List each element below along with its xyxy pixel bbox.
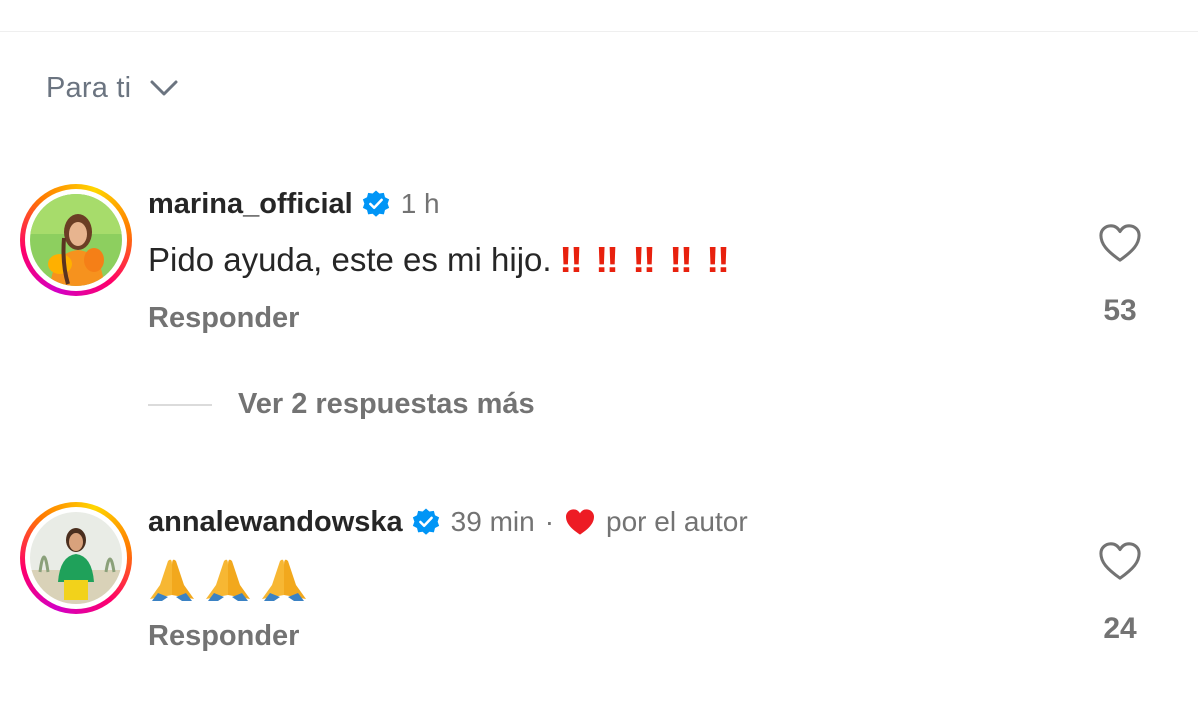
double-exclamation-icon: ‼ — [558, 239, 583, 280]
praying-hands-emojis — [148, 555, 316, 601]
view-more-replies-button[interactable]: Ver 2 respuestas más — [148, 388, 535, 421]
view-more-replies-label: Ver 2 respuestas más — [238, 388, 535, 420]
heart-outline-icon[interactable] — [1097, 222, 1143, 264]
double-exclamation-icon: ‼ — [705, 239, 730, 280]
top-divider — [0, 31, 1198, 32]
avatar-image — [30, 194, 122, 286]
praying-hands-icon — [206, 559, 250, 601]
meta-separator: · — [544, 506, 555, 537]
like-column: 24 — [1090, 540, 1150, 646]
verified-badge-icon — [412, 508, 439, 535]
verified-badge-icon — [362, 190, 389, 217]
double-exclamation-icon: ‼ — [595, 239, 619, 280]
username[interactable]: marina_official — [148, 188, 353, 221]
chevron-down-icon — [150, 80, 178, 96]
comment-time: 39 min — [450, 506, 535, 537]
reply-button[interactable]: Responder — [148, 620, 299, 653]
comment-time: 1 h — [400, 188, 440, 219]
liked-by-author-label: por el autor — [606, 506, 748, 537]
sort-label: Para ti — [46, 71, 132, 104]
double-exclamation-icon: ‼ — [668, 239, 693, 280]
like-count: 24 — [1103, 612, 1137, 645]
like-column: 53 — [1090, 222, 1150, 328]
comment-text: Pido ayuda, este es mi hijo. ‼ ‼ ‼ ‼ ‼ — [148, 236, 743, 284]
replies-divider-line — [148, 403, 212, 406]
reply-button[interactable]: Responder — [148, 302, 299, 335]
avatar-image — [30, 512, 122, 604]
praying-hands-icon — [262, 559, 306, 601]
double-exclamation-emojis: ‼ ‼ ‼ ‼ ‼ — [558, 239, 744, 281]
avatar[interactable] — [20, 502, 132, 614]
heart-outline-icon[interactable] — [1097, 540, 1143, 582]
comment-text — [148, 552, 316, 604]
heart-filled-icon — [566, 509, 595, 535]
username[interactable]: annalewandowska — [148, 506, 403, 539]
comment-meta: marina_official 1 h — [148, 184, 440, 224]
double-exclamation-icon: ‼ — [632, 239, 656, 280]
sort-selector[interactable]: Para ti — [46, 66, 179, 110]
comment-meta: annalewandowska 39 min · por el autor — [148, 502, 748, 542]
praying-hands-icon — [150, 559, 194, 601]
comment-body: Pido ayuda, este es mi hijo. — [148, 241, 552, 278]
like-count: 53 — [1103, 294, 1137, 327]
avatar[interactable] — [20, 184, 132, 296]
